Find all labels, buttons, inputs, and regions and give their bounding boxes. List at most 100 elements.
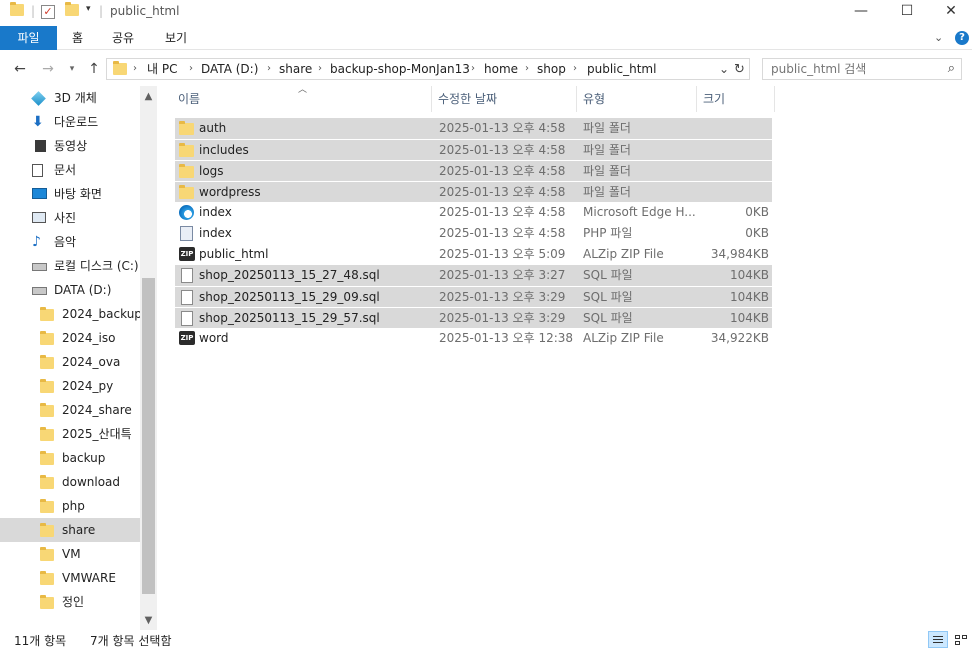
details-view-icon[interactable] bbox=[928, 631, 948, 648]
breadcrumb-share[interactable]: share bbox=[279, 59, 312, 79]
file-row[interactable]: index 2025-01-13 오후 4:58 Microsoft Edge H.… bbox=[175, 202, 772, 223]
minimize-button[interactable]: — bbox=[838, 0, 884, 24]
sidebar-item[interactable]: ⬇ 다운로드 bbox=[0, 110, 140, 134]
file-row[interactable]: ZIP word 2025-01-13 오후 12:38 ALZip ZIP File… bbox=[175, 328, 772, 349]
chevron-right-icon[interactable]: › bbox=[318, 59, 322, 79]
folder-icon bbox=[179, 164, 195, 179]
sidebar-item[interactable]: VM bbox=[0, 542, 140, 566]
search-input[interactable] bbox=[771, 61, 931, 77]
sidebar-item[interactable]: 2025_산대특 bbox=[0, 422, 140, 446]
address-dropdown-chevron-icon[interactable]: ⌄ bbox=[719, 62, 729, 76]
drive-icon bbox=[32, 284, 48, 297]
sidebar-item-label: 정인 bbox=[62, 595, 85, 609]
help-icon[interactable]: ? bbox=[955, 31, 969, 45]
sidebar-item[interactable]: 2024_ova bbox=[0, 350, 140, 374]
breadcrumb-public-html[interactable]: public_html bbox=[587, 59, 656, 79]
chevron-right-icon[interactable]: › bbox=[189, 59, 193, 79]
file-row[interactable]: includes 2025-01-13 오후 4:58 파일 폴더 bbox=[175, 139, 772, 160]
search-box[interactable]: ⌕ bbox=[762, 58, 962, 80]
sidebar-item[interactable]: php bbox=[0, 494, 140, 518]
sidebar-item[interactable]: share bbox=[0, 518, 140, 542]
sidebar-item[interactable]: 2024_backup bbox=[0, 302, 142, 326]
sidebar-item-label: share bbox=[62, 523, 96, 537]
folder-icon[interactable] bbox=[10, 2, 24, 20]
sidebar-item[interactable]: DATA (D:) bbox=[0, 278, 140, 302]
sidebar-item-label: VMWARE bbox=[62, 571, 116, 585]
folder-icon bbox=[40, 331, 56, 345]
chevron-right-icon[interactable]: › bbox=[525, 59, 529, 79]
sidebar-item[interactable]: 2024_py bbox=[0, 374, 140, 398]
back-arrow-icon[interactable]: ← bbox=[10, 60, 30, 78]
file-date-modified: 2025-01-13 오후 4:58 bbox=[439, 121, 566, 135]
chevron-right-icon[interactable]: › bbox=[133, 59, 137, 79]
sidebar-item[interactable]: 2024_iso bbox=[0, 326, 140, 350]
customize-quick-access-icon[interactable]: ▾ bbox=[86, 4, 91, 20]
file-name: shop_20250113_15_29_09.sql bbox=[199, 290, 380, 304]
folder-icon bbox=[40, 451, 56, 465]
file-type: ALZip ZIP File bbox=[583, 331, 664, 345]
column-header-date[interactable]: 수정한 날짜 bbox=[432, 86, 577, 112]
maximize-button[interactable]: ☐ bbox=[884, 0, 930, 24]
sidebar-item[interactable]: 바탕 화면 bbox=[0, 182, 140, 206]
close-button[interactable]: ✕ bbox=[928, 0, 972, 24]
tab-view[interactable]: 보기 bbox=[151, 26, 201, 50]
tab-file[interactable]: 파일 bbox=[0, 26, 57, 50]
pictures-icon bbox=[32, 212, 48, 225]
file-row[interactable]: ZIP public_html 2025-01-13 오후 5:09 ALZip ZI… bbox=[175, 244, 772, 265]
sidebar-item[interactable]: ♪ 음악 bbox=[0, 230, 140, 254]
tab-share[interactable]: 공유 bbox=[98, 26, 148, 50]
file-row[interactable]: shop_20250113_15_29_09.sql 2025-01-13 오후 … bbox=[175, 286, 772, 307]
sidebar-item[interactable]: 정인 bbox=[0, 590, 140, 614]
recent-locations-chevron-icon[interactable]: ▾ bbox=[62, 60, 82, 78]
sidebar-item[interactable]: backup bbox=[0, 446, 140, 470]
up-arrow-icon[interactable]: ↑ bbox=[84, 60, 104, 78]
sidebar-item[interactable]: download bbox=[0, 470, 140, 494]
file-row[interactable]: logs 2025-01-13 오후 4:58 파일 폴더 bbox=[175, 160, 772, 181]
properties-checkmark-icon[interactable]: ✓ bbox=[41, 5, 55, 19]
sidebar-item[interactable]: 2024_share bbox=[0, 398, 140, 422]
breadcrumb-shop[interactable]: shop bbox=[537, 59, 566, 79]
chevron-right-icon[interactable]: › bbox=[267, 59, 271, 79]
search-icon[interactable]: ⌕ bbox=[948, 61, 955, 76]
file-type: 파일 폴더 bbox=[583, 121, 631, 135]
breadcrumb-backup-folder[interactable]: backup-shop-MonJan13 bbox=[330, 59, 470, 79]
chevron-right-icon[interactable]: › bbox=[573, 59, 577, 79]
forward-arrow-icon[interactable]: → bbox=[38, 60, 58, 78]
sidebar-item[interactable]: 사진 bbox=[0, 206, 140, 230]
sidebar-scrollbar-thumb[interactable] bbox=[142, 278, 155, 594]
file-date-modified: 2025-01-13 오후 12:38 bbox=[439, 331, 574, 345]
sidebar-item[interactable]: 동영상 bbox=[0, 134, 140, 158]
file-row[interactable]: index 2025-01-13 오후 4:58 PHP 파일 0KB bbox=[175, 223, 772, 244]
file-row[interactable]: auth 2025-01-13 오후 4:58 파일 폴더 bbox=[175, 118, 772, 139]
file-row[interactable]: wordpress 2025-01-13 오후 4:58 파일 폴더 bbox=[175, 181, 772, 202]
folder-icon bbox=[40, 571, 56, 585]
breadcrumb-home[interactable]: home bbox=[484, 59, 518, 79]
file-size: 104KB bbox=[729, 268, 769, 282]
scroll-up-arrow-icon[interactable]: ▲ bbox=[140, 88, 157, 105]
sidebar-item[interactable]: 로컬 디스크 (C:) bbox=[0, 254, 140, 278]
address-bar[interactable]: › 내 PC › DATA (D:) › share › backup-shop… bbox=[106, 58, 750, 80]
refresh-icon[interactable]: ↻ bbox=[734, 62, 745, 77]
sidebar-item[interactable]: VMWARE bbox=[0, 566, 140, 590]
chevron-right-icon[interactable]: › bbox=[471, 59, 475, 79]
chevron-down-icon[interactable]: ⌄ bbox=[934, 31, 943, 44]
file-name: public_html bbox=[199, 247, 269, 261]
scroll-down-arrow-icon[interactable]: ▼ bbox=[140, 612, 157, 629]
navigation-bar: ← → ▾ ↑ › 내 PC › DATA (D:) › share › bac… bbox=[0, 54, 972, 84]
music-icon: ♪ bbox=[32, 234, 41, 250]
sidebar-item[interactable]: 3D 개체 bbox=[0, 86, 140, 110]
file-row[interactable]: shop_20250113_15_27_48.sql 2025-01-13 오후 … bbox=[175, 265, 772, 286]
tab-home[interactable]: 홈 bbox=[58, 26, 97, 50]
large-icons-view-icon[interactable] bbox=[950, 631, 970, 648]
column-header-type[interactable]: 유형 bbox=[577, 86, 697, 112]
file-type: SQL 파일 bbox=[583, 311, 633, 325]
document-icon bbox=[32, 164, 48, 177]
file-date-modified: 2025-01-13 오후 4:58 bbox=[439, 185, 566, 199]
new-folder-icon[interactable] bbox=[65, 2, 79, 20]
file-row[interactable]: shop_20250113_15_29_57.sql 2025-01-13 오후 … bbox=[175, 307, 772, 328]
breadcrumb-this-pc[interactable]: 내 PC bbox=[147, 59, 177, 79]
column-header-size[interactable]: 크기 bbox=[697, 86, 775, 112]
breadcrumb-data-drive[interactable]: DATA (D:) bbox=[201, 59, 258, 79]
file-name: auth bbox=[199, 121, 227, 135]
sidebar-item[interactable]: 문서 bbox=[0, 158, 140, 182]
